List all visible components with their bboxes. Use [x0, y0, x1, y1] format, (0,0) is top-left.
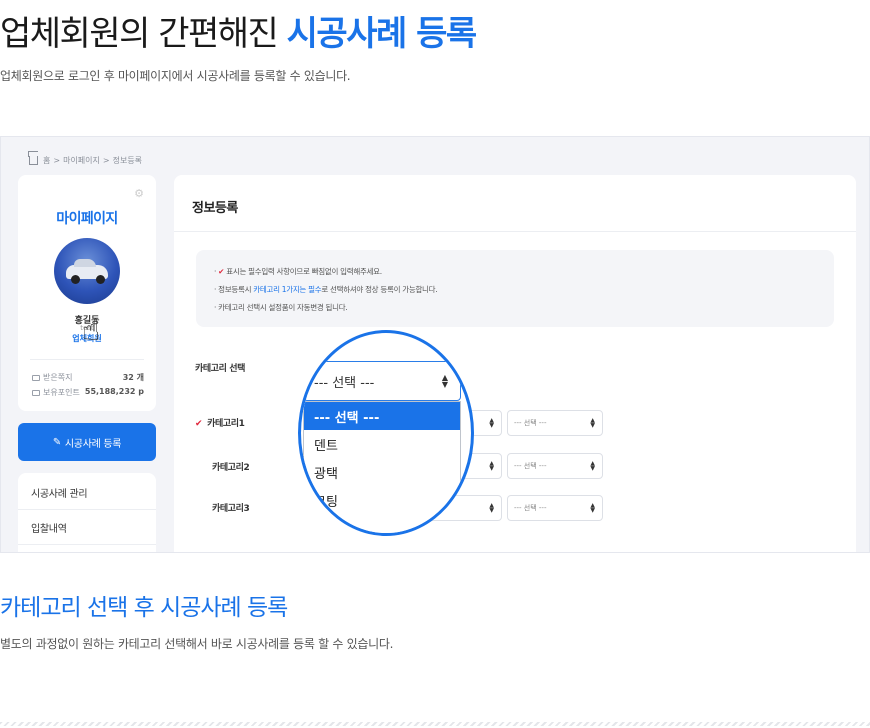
- stat-label: 받은쪽지: [43, 373, 73, 382]
- notice-line-3: · 카테고리 선택시 설정품이 자동변경 됩니다.: [214, 303, 348, 312]
- category-select[interactable]: --- 선택 --- ▲▼: [507, 453, 603, 479]
- main-title: 정보등록: [192, 201, 238, 216]
- headline-main: 업체회원의 간편해진: [0, 14, 287, 54]
- select-arrow-icon: ▲ ▼: [441, 373, 448, 389]
- zoom-magnifier: --- 선택 --- ▲ ▼ --- 선택 --- 덴트 광택 코팅: [298, 330, 474, 536]
- section-title: 카테고리 선택 후 시공사례 등록: [0, 595, 288, 621]
- page-subtitle: 업체회원으로 로그인 후 마이페이지에서 시공사례를 등록할 수 있습니다.: [0, 69, 351, 83]
- row-label-text: 카테고리1: [207, 419, 245, 429]
- notice-line-1: · ✔ 표시는 필수입력 사항이므로 빠짐없이 입력해주세요.: [214, 267, 382, 276]
- category-section-label: 카테고리 선택: [195, 364, 246, 374]
- category-select[interactable]: --- 선택 --- ▲▼: [507, 410, 603, 436]
- notice-text: 카테고리 선택시 설정품이 자동변경 됩니다.: [218, 303, 348, 312]
- stat-value: 32 개: [122, 373, 144, 382]
- breadcrumb-home[interactable]: 홈: [43, 155, 50, 166]
- stat-label: 보유포인트: [43, 388, 80, 397]
- breadcrumb-current: 정보등록: [112, 156, 143, 165]
- dropdown-options-list: --- 선택 --- 덴트 광택 코팅: [303, 401, 461, 533]
- category-row-1-label: ✔ 카테고리1: [195, 416, 245, 429]
- sidebar-menu: 시공사례 관리 입찰내역: [18, 473, 156, 552]
- divider: [30, 359, 144, 360]
- breadcrumb-mypage[interactable]: 마이페이지: [63, 155, 100, 166]
- category-row-2-label: 카테고리2: [212, 463, 250, 473]
- stat-value: 55,188,232 p: [84, 387, 144, 396]
- register-case-label: 시공사례 등록: [64, 438, 122, 450]
- select-value: --- 선택 ---: [514, 462, 547, 470]
- breadcrumb-separator: >: [102, 156, 110, 165]
- dropdown-option[interactable]: --- 선택 ---: [304, 402, 460, 430]
- profile-card: ⚙ 마이페이지 홍길동 test 업체회원 받은쪽지 32 개 보유포인트 55…: [18, 175, 156, 411]
- category-dropdown[interactable]: --- 선택 --- ▲ ▼: [303, 361, 461, 401]
- notice-text: 표시는 필수입력 사항이므로 빠짐없이 입력해주세요.: [224, 267, 382, 276]
- page-headline: 업체회원의 간편해진 시공사례 등록: [0, 6, 478, 55]
- gear-icon[interactable]: ⚙: [134, 187, 144, 200]
- divider: [18, 509, 156, 510]
- select-arrow-icon: ▲ ▼: [590, 417, 595, 429]
- notice-line-2: · 정보등록시 카테고리 1가지는 필수로 선택하셔야 정상 등록이 가능합니다…: [214, 285, 438, 294]
- breadcrumb-separator: >: [53, 156, 61, 165]
- dropdown-option[interactable]: 코팅: [304, 486, 460, 514]
- car-wheel: [71, 275, 80, 284]
- select-arrow-icon: ▲ ▼: [590, 502, 595, 514]
- avatar: [54, 238, 120, 304]
- pencil-icon: ✎: [52, 436, 61, 448]
- select-arrow-icon: ▲ ▼: [489, 417, 494, 429]
- dropdown-option[interactable]: 광택: [304, 458, 460, 486]
- notice-text: 로 선택하셔야 정상 등록이 가능합니다.: [321, 285, 438, 294]
- category-row-3-label: 카테고리3: [212, 504, 250, 514]
- car-wheel: [96, 275, 105, 284]
- wallet-icon: [32, 389, 40, 396]
- sidebar-item-bid-history[interactable]: 입찰내역: [31, 520, 67, 535]
- dropdown-option[interactable]: 덴트: [304, 430, 460, 458]
- select-value: --- 선택 ---: [514, 419, 547, 427]
- breadcrumb: 홈 > 마이페이지 > 정보등록: [29, 155, 142, 166]
- select-arrow-icon: ▲ ▼: [489, 502, 494, 514]
- notice-text: 정보등록시: [218, 285, 254, 294]
- stat-messages[interactable]: 받은쪽지 32 개: [32, 372, 144, 383]
- home-icon[interactable]: [29, 156, 38, 165]
- notice-box: · ✔ 표시는 필수입력 사항이므로 빠짐없이 입력해주세요. · 정보등록시 …: [196, 250, 834, 327]
- hand-cursor-icon: ☝: [82, 313, 101, 348]
- required-check-icon: ✔: [195, 419, 203, 429]
- dropdown-current-value: --- 선택 ---: [314, 375, 375, 391]
- select-value: --- 선택 ---: [514, 504, 547, 512]
- stat-points[interactable]: 보유포인트 55,188,232 p: [32, 387, 144, 398]
- divider: [18, 544, 156, 545]
- select-arrow-icon: ▲ ▼: [489, 460, 494, 472]
- register-case-button[interactable]: ✎ 시공사례 등록: [18, 423, 156, 461]
- section-subtitle: 별도의 과정없이 원하는 카테고리 선택해서 바로 시공사례를 등록 할 수 있…: [0, 637, 394, 651]
- mail-icon: [32, 374, 40, 381]
- headline-accent: 시공사례 등록: [286, 14, 478, 54]
- mypage-title: 마이페이지: [56, 211, 118, 227]
- main-content-card: 정보등록 · ✔ 표시는 필수입력 사항이므로 빠짐없이 입력해주세요. · 정…: [174, 175, 856, 552]
- category-select[interactable]: --- 선택 --- ▲▼: [507, 495, 603, 521]
- notice-highlight: 카테고리 1가지는 필수: [253, 285, 322, 294]
- divider: [0, 722, 870, 726]
- sidebar-item-case-manage[interactable]: 시공사례 관리: [31, 485, 88, 500]
- divider: [174, 231, 856, 232]
- select-arrow-icon: ▲ ▼: [590, 460, 595, 472]
